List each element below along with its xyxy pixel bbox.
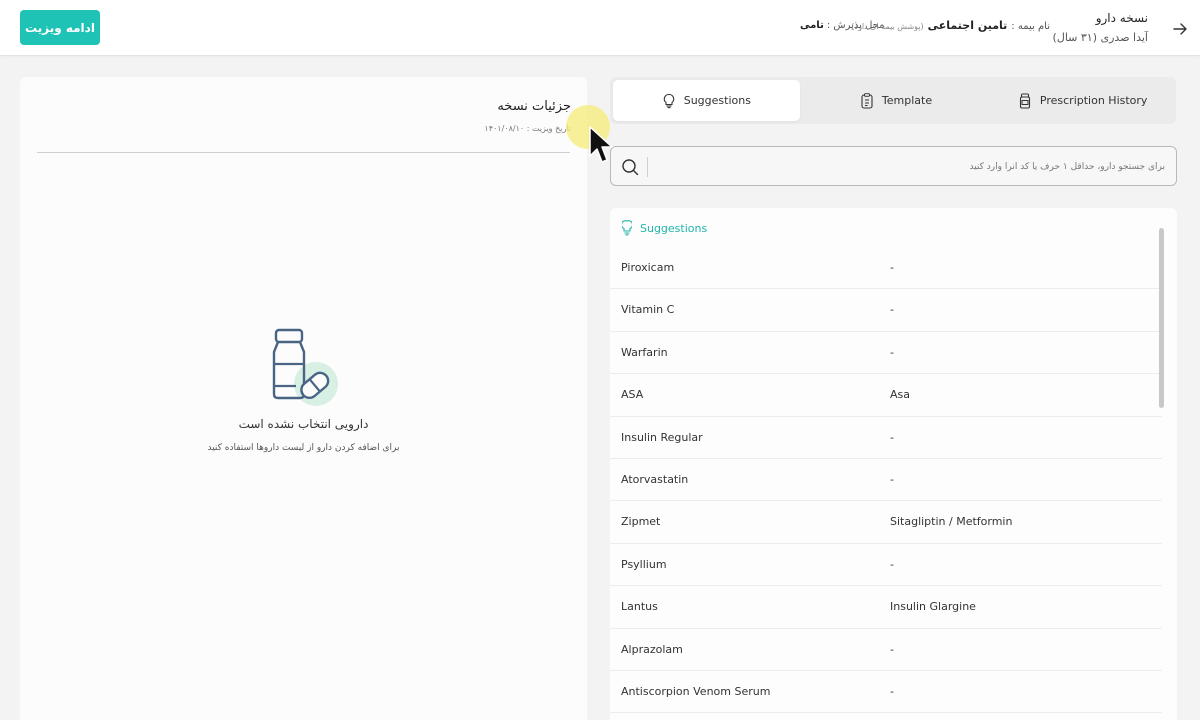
drug-name: Psyllium xyxy=(621,557,667,571)
details-title: جزئیات نسخه xyxy=(497,99,571,114)
list-item[interactable]: Psyllium - xyxy=(610,544,1162,587)
drug-name: Piroxicam xyxy=(621,261,675,274)
suggestions-heading: Suggestions xyxy=(622,220,707,236)
generic-name: - xyxy=(890,303,894,317)
generic-name: - xyxy=(890,642,894,656)
prescription-details-panel: جزئیات نسخه تاریخ ویزیت : ۱۴۰۱/۰۸/۱۰ دار… xyxy=(20,77,587,720)
drug-name: Alprazolam xyxy=(621,642,683,656)
insurance-info: نام بیمه : تامین اجتماعی (پوشش بیمه ای د… xyxy=(851,19,1050,32)
list-item[interactable]: Zipmet Sitagliptin / Metformin xyxy=(610,501,1162,544)
search-icon xyxy=(622,159,639,176)
list-item[interactable]: Warfarin - xyxy=(610,332,1162,375)
list-item[interactable]: ASA Asa xyxy=(610,374,1162,417)
mouse-pointer-icon xyxy=(589,126,613,163)
top-header: ادامه ویزیت محل پذیرش : تامی نام بیمه : … xyxy=(0,0,1200,56)
list-item[interactable]: Vitamin C - xyxy=(610,289,1162,332)
patient-name: آیدا صدری (۳۱ سال) xyxy=(1052,31,1148,44)
tab-label: Prescription History xyxy=(1039,94,1148,107)
generic-name: - xyxy=(890,345,894,359)
search-separator xyxy=(647,157,648,177)
insurance-label: نام بیمه : xyxy=(1011,21,1050,32)
reception-value: تامی xyxy=(800,20,824,31)
suggestions-list: Piroxicam - Vitamin C - Warfarin - ASA Asa I… xyxy=(610,247,1162,714)
generic-name: Asa xyxy=(890,388,910,402)
medicine-bottle-icon xyxy=(272,328,338,406)
drug-name: ASA xyxy=(621,388,644,402)
list-item[interactable]: Lantus Insulin Glargine xyxy=(610,586,1162,629)
list-item[interactable]: Piroxicam - xyxy=(610,247,1162,290)
tab-bar: Suggestions Template Prescription Histor… xyxy=(610,77,1176,124)
insurance-value: تامین اجتماعی xyxy=(927,19,1008,32)
tab-prescription-history[interactable]: Prescription History xyxy=(989,77,1176,124)
list-item[interactable]: Insulin Regular - xyxy=(610,417,1162,459)
tab-label: Template xyxy=(881,94,933,107)
generic-name: - xyxy=(890,557,894,571)
drug-name: Vitamin C xyxy=(621,303,675,317)
empty-state-title: دارویی انتخاب نشده است xyxy=(238,417,369,431)
search-input[interactable] xyxy=(655,155,1165,179)
generic-name: - xyxy=(890,472,894,486)
drug-name: Zipmet xyxy=(621,515,661,529)
generic-name: - xyxy=(890,261,894,274)
drug-name: Lantus xyxy=(621,600,658,614)
list-item[interactable]: Alprazolam - xyxy=(610,629,1162,671)
scrollbar[interactable] xyxy=(1159,228,1164,408)
tab-suggestions[interactable]: Suggestions xyxy=(613,80,800,121)
drug-name: Atorvastatin xyxy=(621,472,689,486)
lightbulb-icon xyxy=(663,93,674,108)
generic-name: - xyxy=(890,430,894,444)
generic-name: - xyxy=(890,684,894,698)
drug-name: Warfarin xyxy=(621,345,668,359)
suggestions-heading-label: Suggestions xyxy=(640,221,708,235)
drug-name: Insulin Regular xyxy=(621,430,703,444)
template-icon xyxy=(861,92,873,109)
list-item[interactable]: Antiscorpion Venom Serum - xyxy=(610,671,1162,714)
drug-search[interactable] xyxy=(610,146,1177,186)
suggestions-panel: Suggestions Piroxicam - Vitamin C - Warfar… xyxy=(610,208,1177,720)
arrow-right-icon[interactable] xyxy=(1172,21,1188,37)
page-title: نسخه دارو xyxy=(1095,11,1148,25)
list-item[interactable]: Atorvastatin - xyxy=(610,459,1162,502)
tab-template[interactable]: Template xyxy=(803,77,990,124)
drug-name: Antiscorpion Venom Serum xyxy=(621,684,771,698)
visit-date: تاریخ ویزیت : ۱۴۰۱/۰۸/۱۰ xyxy=(484,124,571,133)
lightbulb-icon xyxy=(622,220,632,236)
tab-label: Suggestions xyxy=(683,94,751,107)
generic-name: Insulin Glargine xyxy=(890,600,976,614)
empty-state-hint: برای اضافه کردن دارو از لیست داروها استف… xyxy=(207,443,400,453)
divider xyxy=(37,152,570,153)
continue-visit-button[interactable]: ادامه ویزیت xyxy=(20,10,100,45)
pill-bottle-icon xyxy=(1019,92,1030,109)
generic-name: Sitagliptin / Metformin xyxy=(890,515,1013,529)
insurance-note: (پوشش بیمه ای دارد) xyxy=(851,22,924,31)
